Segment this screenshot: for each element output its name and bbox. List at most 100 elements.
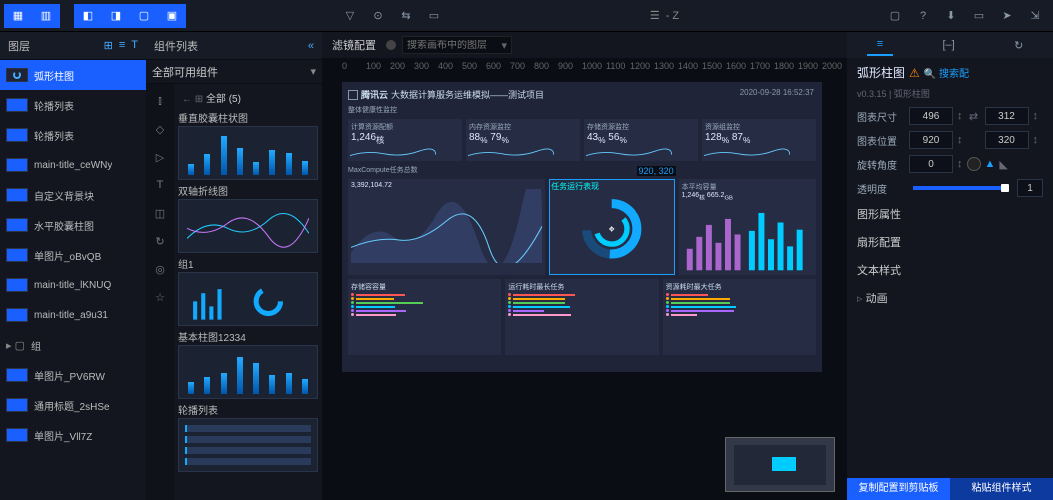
cat-cube-icon[interactable]: ◫: [153, 206, 167, 220]
comp-card[interactable]: [178, 418, 318, 472]
cube2-icon[interactable]: ◨: [102, 4, 130, 28]
pos-label: 图表位置: [857, 133, 905, 148]
canvas-area[interactable]: 滤镜配置 ▾ 010020030040050060070080090010001…: [322, 32, 847, 500]
device-icon[interactable]: ▭: [420, 4, 448, 28]
lock-icon[interactable]: ⇄: [967, 110, 981, 123]
tab-style[interactable]: ≡: [867, 34, 893, 56]
opacity-slider[interactable]: [913, 186, 1009, 190]
layer-item[interactable]: 通用标题_2sHSe: [0, 390, 146, 420]
layer-item[interactable]: 弧形柱图: [0, 60, 146, 90]
cat-chart-icon[interactable]: ⫾: [153, 94, 167, 108]
comp-card[interactable]: [178, 272, 318, 326]
layer-item[interactable]: main-title_ceWNy: [0, 150, 146, 180]
filter-icon[interactable]: ▽: [336, 4, 364, 28]
metric-cell: 计算资源配额1,246核: [348, 119, 462, 161]
rot-label: 旋转角度: [857, 157, 905, 172]
layer-item[interactable]: 单图片_oBvQB: [0, 240, 146, 270]
prop-search-link[interactable]: 🔍 搜索配: [924, 65, 969, 80]
layers-toggle-icon[interactable]: ▦: [4, 4, 32, 28]
layer-item[interactable]: ▸ ▢组: [0, 330, 146, 360]
grid-view-icon[interactable]: ⊞: [104, 39, 113, 52]
prop-section[interactable]: 文本样式: [847, 256, 1053, 284]
cat-play-icon[interactable]: ▷: [153, 150, 167, 164]
cat-star-icon[interactable]: ☆: [153, 290, 167, 304]
comp-card[interactable]: [178, 345, 318, 399]
layer-item[interactable]: main-title_lKNUQ: [0, 270, 146, 300]
cat-text-icon[interactable]: T: [153, 178, 167, 192]
layer-item[interactable]: 轮播列表: [0, 90, 146, 120]
cat-target-icon[interactable]: ◎: [153, 262, 167, 276]
pos-x-input[interactable]: 920: [909, 131, 953, 149]
chevron-down-icon[interactable]: ▾: [304, 65, 322, 78]
flip-v-icon[interactable]: ◣: [999, 158, 1007, 171]
opacity-input[interactable]: 1: [1017, 179, 1043, 197]
prop-section[interactable]: 图形属性: [847, 200, 1053, 228]
comp-card-label: 双轴折线图: [178, 180, 318, 199]
layer-item[interactable]: 单图片_Vll7Z: [0, 420, 146, 450]
filter-dot-icon[interactable]: [386, 40, 396, 50]
comp-card[interactable]: [178, 126, 318, 180]
bar-chart-icon: [682, 201, 813, 273]
help-icon[interactable]: ?: [909, 4, 937, 28]
canvas-menu-icon[interactable]: ☰: [650, 9, 660, 22]
top-toolbar: ▦ ▥ ◧ ◨ ▢ ▣ ▽ ⊙ ⇆ ▭ ☰ - Z ▢ ? ⬇ ▭ ➤ ⇲: [0, 0, 1053, 32]
component-filter-select[interactable]: 全部可用组件: [146, 64, 304, 80]
dash-date: 2020-09-28 16:52:37: [740, 88, 814, 97]
dash-section2-title: MaxCompute任务总数: [348, 165, 418, 175]
metric-cell: 存储资源监控43% 56%: [584, 119, 698, 161]
sort-icon[interactable]: T: [131, 39, 138, 52]
arc-chart-widget[interactable]: 任务运行表现 ✥ 920, 320: [549, 179, 674, 275]
metric-cell: 内存资源监控88% 79%: [466, 119, 580, 161]
dash-title-text: 大数据计算服务运维模拟——测试项目: [391, 88, 544, 101]
flip-h-icon[interactable]: ▲: [985, 158, 996, 170]
component-panel-title: 组件列表: [154, 38, 198, 54]
pos-y-input[interactable]: 320: [985, 131, 1029, 149]
tab-data[interactable]: [–]: [932, 35, 964, 55]
layout2-icon[interactable]: ▣: [158, 4, 186, 28]
list-view-icon[interactable]: ≡: [119, 39, 125, 52]
canvas-search-input[interactable]: [407, 40, 501, 51]
search-dropdown-icon[interactable]: ▾: [501, 39, 507, 52]
canvas-search[interactable]: ▾: [402, 36, 512, 54]
prop-version: v0.3.15 | 弧形柱图: [847, 87, 1053, 104]
comp-card-label: 组1: [178, 253, 318, 272]
layer-item[interactable]: main-title_a9u31: [0, 300, 146, 330]
camera-icon[interactable]: ▢: [881, 4, 909, 28]
paste-style-button[interactable]: 粘贴组件样式: [950, 478, 1053, 500]
prop-title: 弧形柱图: [857, 64, 905, 81]
layer-item[interactable]: 水平胶囊柱图: [0, 210, 146, 240]
dashboard-preview[interactable]: 腾讯云 大数据计算服务运维模拟——测试项目 2020-09-28 16:52:3…: [342, 82, 822, 372]
size-w-input[interactable]: 496: [909, 107, 953, 125]
size-label: 图表尺寸: [857, 109, 905, 124]
link-icon[interactable]: ⇆: [392, 4, 420, 28]
layer-item[interactable]: 自定义背景块: [0, 180, 146, 210]
prop-section[interactable]: 扇形配置: [847, 228, 1053, 256]
warn-icon[interactable]: ⚠: [909, 66, 920, 80]
prop-section[interactable]: ▹ 动画: [847, 284, 1053, 312]
layer-item[interactable]: 单图片_PV6RW: [0, 360, 146, 390]
opacity-label: 透明度: [857, 181, 905, 196]
download-icon[interactable]: ⬇: [937, 4, 965, 28]
layer-item[interactable]: 轮播列表: [0, 120, 146, 150]
screen-icon[interactable]: ▭: [965, 4, 993, 28]
rot-input[interactable]: 0: [909, 155, 953, 173]
component-header: 全部 (5): [206, 94, 241, 105]
components-toggle-icon[interactable]: ▥: [32, 4, 60, 28]
canvas-minimap[interactable]: [725, 437, 835, 492]
copy-config-button[interactable]: 复制配置到剪贴板: [847, 478, 950, 500]
send-icon[interactable]: ➤: [993, 4, 1021, 28]
collapse-icon[interactable]: «: [308, 40, 314, 52]
bottom-cell: 资源耗时最大任务: [663, 279, 816, 355]
cube-icon[interactable]: ◧: [74, 4, 102, 28]
cat-refresh-icon[interactable]: ↻: [153, 234, 167, 248]
bottom-cell: 运行耗时最长任务: [505, 279, 658, 355]
tab-interact[interactable]: ↻: [1004, 35, 1033, 56]
cat-user-icon[interactable]: ◇: [153, 122, 167, 136]
comp-card[interactable]: [178, 199, 318, 253]
filter-config-label[interactable]: 滤镜配置: [328, 37, 380, 53]
magnet-icon[interactable]: ⊙: [364, 4, 392, 28]
size-h-input[interactable]: 312: [985, 107, 1029, 125]
export-icon[interactable]: ⇲: [1021, 4, 1049, 28]
layout-icon[interactable]: ▢: [130, 4, 158, 28]
rotate-dial-icon[interactable]: [967, 157, 981, 171]
